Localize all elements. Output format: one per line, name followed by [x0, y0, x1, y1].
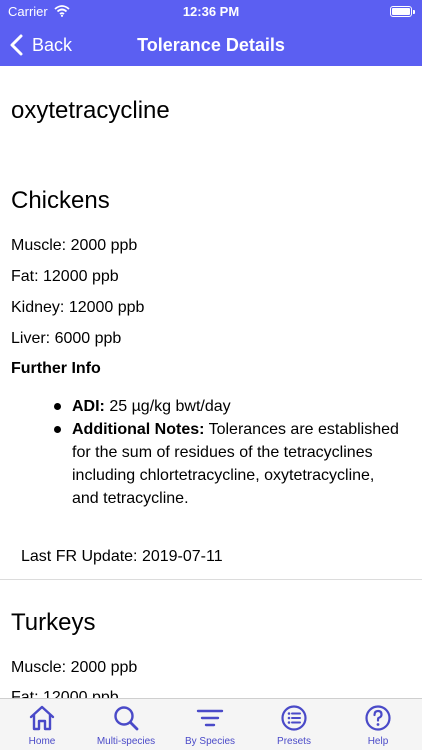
nav-bar: Back Tolerance Details — [0, 24, 422, 66]
note-additional: Additional Notes: Tolerances are establi… — [52, 418, 402, 510]
drug-name: oxytetracycline — [11, 97, 170, 124]
chevron-left-icon — [10, 34, 23, 56]
note-label: Additional Notes: — [72, 421, 205, 438]
help-icon — [365, 705, 391, 731]
tab-label: Help — [367, 736, 389, 747]
tab-presets[interactable]: Presets — [252, 699, 336, 751]
list-icon — [281, 705, 307, 731]
tolerance-fat: Fat: 12000 ppb — [11, 689, 119, 698]
status-bar: Carrier 12:36 PM — [0, 0, 422, 24]
home-icon — [29, 705, 55, 731]
tolerance-liver: Liver: 6000 ppb — [11, 330, 122, 347]
species-name: Chickens — [11, 187, 110, 214]
tolerance-muscle: Muscle: 2000 ppb — [11, 237, 138, 254]
back-label: Back — [32, 34, 73, 55]
tab-label: Presets — [277, 736, 311, 747]
tab-label: Home — [28, 736, 56, 747]
tab-by-species[interactable]: By Species — [168, 699, 252, 751]
back-button[interactable]: Back — [8, 24, 72, 66]
note-text: 25 µg/kg bwt/day — [104, 398, 231, 415]
section-divider — [0, 579, 422, 580]
tab-multi-species[interactable]: Multi-species — [84, 699, 168, 751]
tab-label: By Species — [184, 736, 236, 747]
search-icon — [114, 706, 139, 731]
tab-label: Multi-species — [96, 736, 156, 747]
status-time: 12:36 PM — [182, 4, 240, 19]
tolerance-muscle: Muscle: 2000 ppb — [11, 659, 138, 676]
tolerance-details-scroll[interactable]: oxytetracycline Chickens Muscle: 2000 pp… — [0, 66, 422, 698]
tab-bar: Home Multi-species By Species Presets He… — [0, 698, 422, 750]
species-name: Turkeys — [11, 609, 96, 636]
filter-icon — [196, 709, 224, 727]
further-info-heading: Further Info — [11, 360, 101, 377]
tolerance-kidney: Kidney: 12000 ppb — [11, 299, 145, 316]
further-info-list: ADI: 25 µg/kg bwt/day Additional Notes: … — [52, 395, 402, 510]
note-adi: ADI: 25 µg/kg bwt/day — [52, 395, 402, 418]
tolerance-fat: Fat: 12000 ppb — [11, 268, 119, 285]
note-label: ADI: — [72, 398, 105, 415]
tab-help[interactable]: Help — [336, 699, 420, 751]
tab-home[interactable]: Home — [0, 699, 84, 751]
battery-icon — [390, 6, 415, 17]
last-fr-update: Last FR Update: 2019-07-11 — [21, 548, 223, 565]
